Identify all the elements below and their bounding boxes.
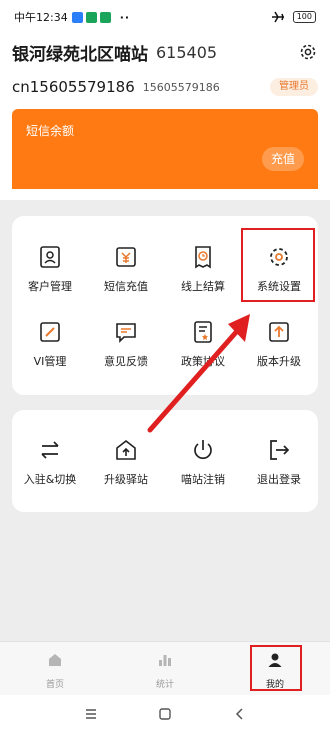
power-icon <box>194 440 212 460</box>
status-bar: 中午12:34 ·· 100 <box>0 0 330 34</box>
status-more-dots: ·· <box>119 10 131 24</box>
account-phone: 15605579186 <box>142 80 220 94</box>
tab-home[interactable]: 首页 <box>0 642 110 696</box>
upgrade-icon <box>269 322 289 342</box>
app-notification-icon <box>71 11 83 23</box>
airplane-icon <box>271 11 284 23</box>
station-name: 银河绿苑北区喵站 <box>12 44 148 65</box>
menu-item-label: 版本升级 <box>257 355 301 368</box>
feedback-icon <box>116 323 136 343</box>
tab-label: 首页 <box>45 680 64 690</box>
menu-item-label: VI管理 <box>33 355 67 368</box>
menu-item-label: 线上结算 <box>181 280 225 293</box>
action-cancel-station[interactable]: 喵站注销 <box>165 438 241 487</box>
battery-icon: 100 <box>292 11 316 23</box>
role-badge: 管理员 <box>270 78 318 96</box>
settings-gear-icon[interactable] <box>298 42 318 62</box>
action-label: 喵站注销 <box>181 473 225 486</box>
action-logout[interactable]: 退出登录 <box>241 438 317 487</box>
sms-balance-title: 短信余额 <box>26 124 75 138</box>
status-time: 中午12:34 <box>14 11 68 24</box>
action-label: 入驻&切换 <box>23 473 77 486</box>
account-row: cn15605579186 15605579186 管理员 <box>12 76 318 98</box>
menu-item-sms-recharge[interactable]: 短信充值 <box>88 245 164 294</box>
home-icon <box>49 654 61 666</box>
menu-item-feedback[interactable]: 意见反馈 <box>88 320 164 369</box>
station-header: 银河绿苑北区喵站 615405 <box>12 40 318 65</box>
upgrade-station-icon <box>116 439 136 460</box>
edit-icon <box>40 322 60 342</box>
menu-item-version-upgrade[interactable]: 版本升级 <box>241 320 317 369</box>
settlement-icon <box>195 246 211 269</box>
recharge-button[interactable]: 充值 <box>262 147 304 171</box>
customer-icon <box>40 246 60 268</box>
annotation-tab-highlight <box>250 645 302 691</box>
annotation-highlight-box <box>241 228 315 302</box>
sms-balance-card: 短信余额 充值 <box>12 109 318 189</box>
stats-icon <box>159 655 171 666</box>
phone-notification-icon <box>85 11 97 23</box>
action-join-switch[interactable]: 入驻&切换 <box>12 438 88 487</box>
account-id: cn15605579186 <box>12 78 135 96</box>
action-upgrade-station[interactable]: 升级驿站 <box>88 438 164 487</box>
account-actions-card: 入驻&切换 升级驿站 喵站注销 退出登录 <box>12 410 318 512</box>
home-nav-icon[interactable] <box>158 707 172 721</box>
action-label: 退出登录 <box>257 473 301 486</box>
tab-label: 统计 <box>155 680 174 690</box>
phone-notification-icon-2 <box>99 11 111 23</box>
menu-nav-icon[interactable] <box>84 707 98 721</box>
action-label: 升级驿站 <box>104 473 148 486</box>
menu-item-label: 意见反馈 <box>104 355 148 368</box>
menu-item-label: 短信充值 <box>104 280 148 293</box>
menu-item-policy[interactable]: 政策协议 <box>165 320 241 369</box>
menu-item-customer[interactable]: 客户管理 <box>12 245 88 294</box>
back-nav-icon[interactable] <box>233 707 247 721</box>
system-nav-bar <box>0 695 330 733</box>
menu-item-settlement[interactable]: 线上结算 <box>165 245 241 294</box>
menu-item-label: 政策协议 <box>181 355 225 368</box>
station-code: 615405 <box>156 42 218 62</box>
tab-stats[interactable]: 统计 <box>110 642 220 696</box>
menu-item-vi[interactable]: VI管理 <box>12 320 88 369</box>
policy-icon <box>194 321 212 343</box>
menu-item-label: 客户管理 <box>28 280 72 293</box>
switch-icon <box>41 441 59 459</box>
sms-recharge-icon <box>116 247 136 267</box>
logout-icon <box>270 440 290 460</box>
